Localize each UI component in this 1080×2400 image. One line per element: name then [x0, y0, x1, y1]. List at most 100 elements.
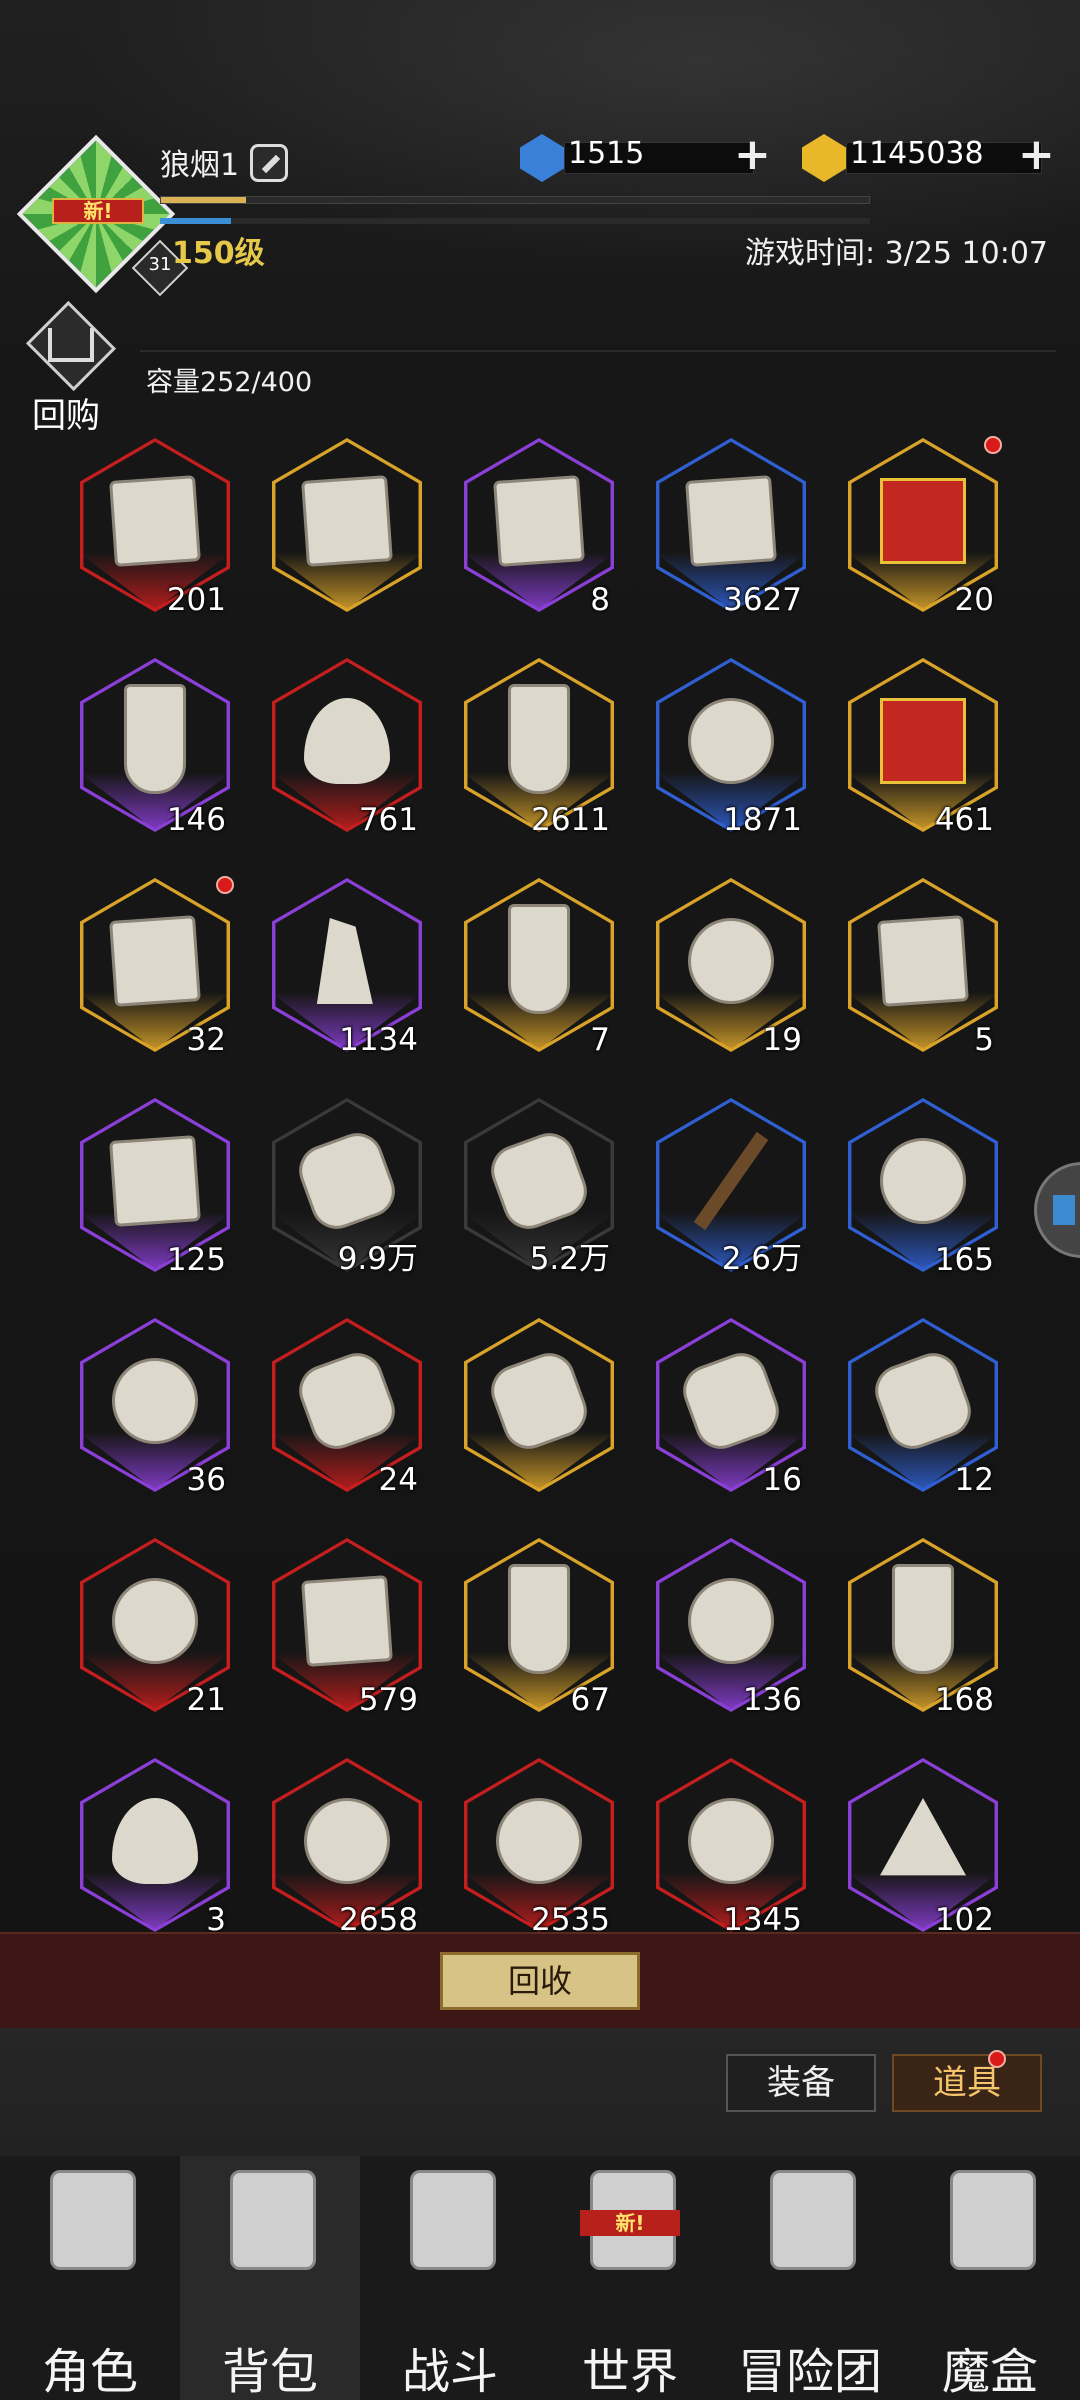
inventory-slot[interactable]: 201 [70, 432, 240, 632]
inventory-slot[interactable]: 2611 [454, 652, 624, 852]
item-count: 2658 [339, 1902, 418, 1932]
inventory-slot[interactable]: 5 [838, 872, 1008, 1072]
item-count: 1134 [339, 1022, 418, 1058]
diamond-currency: 1515 + [520, 133, 771, 182]
inventory-slot[interactable]: 32 [70, 872, 240, 1072]
inventory-slot[interactable]: 24 [262, 1312, 432, 1512]
map-icon [493, 475, 585, 567]
inventory-slot[interactable]: 461 [838, 652, 1008, 852]
notification-dot [216, 876, 234, 894]
laurel-crystal-icon [688, 698, 774, 784]
gold-value: 1145038 [850, 136, 984, 171]
cart-icon [48, 328, 94, 362]
item-count: 102 [934, 1902, 994, 1932]
nav-item[interactable]: 魔盒 [900, 2156, 1080, 2400]
buyback-label: 回购 [32, 396, 100, 436]
notification-dot [984, 436, 1002, 454]
item-count: 761 [358, 802, 418, 838]
chest-icon [109, 915, 201, 1007]
item-count: 1345 [723, 1902, 802, 1932]
nav-item[interactable]: 新! 世界 [540, 2156, 720, 2400]
shield-sword-icon [410, 2170, 496, 2270]
inventory-slot[interactable]: 7 [454, 872, 624, 1072]
inventory-slot[interactable]: 165 [838, 1092, 1008, 1292]
inventory-slot[interactable]: 5.2万 [454, 1092, 624, 1292]
item-count: 461 [934, 802, 994, 838]
inventory-slot[interactable]: 2535 [454, 1752, 624, 1932]
diamond-icon [520, 134, 564, 182]
item-count: 20 [954, 582, 994, 618]
inventory-slot[interactable]: 168 [838, 1532, 1008, 1732]
nav-item[interactable]: 冒险团 [720, 2156, 900, 2400]
inventory-slot[interactable] [454, 1312, 624, 1512]
inventory-slot[interactable]: 2658 [262, 1752, 432, 1932]
nav-item[interactable]: 战斗 [360, 2156, 540, 2400]
recycle-button[interactable]: 回收 [440, 1952, 640, 2010]
stone-plate-icon [892, 1564, 954, 1674]
item-count: 8 [590, 582, 610, 618]
helmet-icon [50, 2170, 136, 2270]
inventory-slot[interactable]: 1345 [646, 1752, 816, 1932]
inventory-slot[interactable]: 19 [646, 872, 816, 1072]
header: 新! 31 狼烟1 150级 游戏时间: 3/25 10:07 1515 + 1… [0, 0, 1080, 436]
nav-item[interactable]: 角色 [0, 2156, 180, 2400]
player-avatar[interactable]: 新! 31 [16, 134, 189, 297]
player-level: 150级 [172, 236, 265, 271]
item-count: 136 [742, 1682, 802, 1718]
item-count: 21 [186, 1682, 226, 1718]
inventory-slot[interactable]: 146 [70, 652, 240, 852]
item-count: 3 [206, 1902, 226, 1932]
inventory-slot[interactable]: 67 [454, 1532, 624, 1732]
stone-shard-icon [301, 1575, 393, 1667]
inventory-slot[interactable]: 12 [838, 1312, 1008, 1512]
rune-stone-icon [508, 904, 570, 1014]
inventory-slot[interactable]: 3 [70, 1752, 240, 1932]
sealed-scroll-icon [109, 1135, 201, 1227]
buyback-button[interactable]: 回购 [18, 300, 128, 436]
add-diamond-button[interactable]: + [734, 133, 771, 177]
inventory-slot[interactable]: 2.6万 [646, 1092, 816, 1292]
item-count: 19 [762, 1022, 802, 1058]
item-count: 165 [934, 1242, 994, 1278]
meteorite-icon [496, 1798, 582, 1884]
player-name: 狼烟1 [160, 148, 240, 183]
inventory-slot[interactable]: 102 [838, 1752, 1008, 1932]
inventory-slot[interactable]: 8 [454, 432, 624, 632]
meteorite-icon [304, 1798, 390, 1884]
inventory-slot[interactable]: 3627 [646, 432, 816, 632]
inventory-slot[interactable]: 1871 [646, 652, 816, 852]
item-count: 125 [166, 1242, 226, 1278]
edit-name-icon[interactable] [250, 144, 288, 182]
item-count: 2.6万 [721, 1241, 802, 1277]
add-gold-button[interactable]: + [1018, 133, 1055, 177]
hammer-icon [877, 915, 969, 1007]
meteorite-icon [688, 1798, 774, 1884]
inventory-slot[interactable]: 579 [262, 1532, 432, 1732]
potion-bottle-icon [508, 684, 570, 794]
inventory-slot[interactable]: 21 [70, 1532, 240, 1732]
item-count: 2611 [531, 802, 610, 838]
nav-label: 世界 [581, 2344, 678, 2400]
item-count: 16 [762, 1462, 802, 1498]
diamond-value: 1515 [568, 136, 645, 171]
inventory-slot[interactable]: 1134 [262, 872, 432, 1072]
inventory-slot[interactable]: 16 [646, 1312, 816, 1512]
inventory-slot[interactable]: 125 [70, 1092, 240, 1292]
nav-item[interactable]: 背包 [180, 2156, 360, 2400]
item-count: 9.9万 [337, 1241, 418, 1277]
inventory-slot[interactable] [262, 432, 432, 632]
tab-items[interactable]: 道具 [892, 2054, 1042, 2112]
xp-bar [160, 196, 870, 204]
game-time: 游戏时间: 3/25 10:07 [744, 236, 1048, 271]
inventory-slot[interactable]: 20 [838, 432, 1008, 632]
nav-label: 魔盒 [941, 2344, 1038, 2400]
tab-equipment[interactable]: 装备 [726, 2054, 876, 2112]
inventory-slot[interactable]: 9.9万 [262, 1092, 432, 1292]
inventory-slot[interactable]: 136 [646, 1532, 816, 1732]
crescent-moon-icon [112, 1578, 198, 1664]
mp-bar-fill [160, 218, 231, 224]
mp-bar [160, 218, 870, 224]
gold-currency: 1145038 + [802, 133, 1058, 182]
inventory-slot[interactable]: 761 [262, 652, 432, 852]
inventory-slot[interactable]: 36 [70, 1312, 240, 1512]
